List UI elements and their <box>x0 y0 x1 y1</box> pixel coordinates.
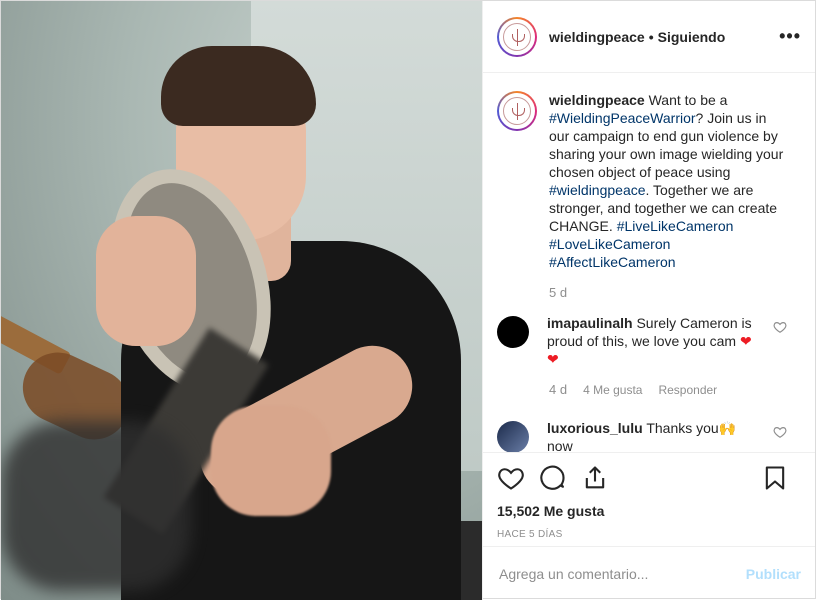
caption-avatar-inner <box>499 93 535 129</box>
comment-timestamp: 4 d <box>549 382 568 397</box>
comment-likes[interactable]: 4 Me gusta <box>583 383 642 397</box>
action-icons-row <box>497 463 801 493</box>
comment-item: imapaulinalh Surely Cameron is proud of … <box>497 314 801 368</box>
commenter-avatar[interactable] <box>497 421 529 452</box>
heart-emoji: ❤ <box>547 351 559 367</box>
photo-right-hand <box>211 406 331 516</box>
post-side-panel: wieldingpeace • Siguiendo ••• wieldingpe… <box>482 1 815 600</box>
instagram-post: wieldingpeace • Siguiendo ••• wieldingpe… <box>0 0 816 600</box>
comments-section[interactable]: wieldingpeace Want to be a #WieldingPeac… <box>483 73 815 452</box>
photo-banjo-headstock <box>1 421 191 591</box>
reply-button[interactable]: Responder <box>658 383 717 397</box>
post-timestamp: HACE 5 DÍAS <box>497 529 563 540</box>
share-icon[interactable] <box>581 464 609 492</box>
likes-count[interactable]: 15,502 Me gusta <box>497 503 801 519</box>
wielding-peace-logo <box>503 22 531 51</box>
comment-username[interactable]: luxorious_lulu <box>547 420 643 436</box>
like-comment-heart-icon[interactable] <box>773 320 787 334</box>
raised-hands-emoji: 🙌 <box>718 420 737 436</box>
account-avatar[interactable] <box>497 16 537 57</box>
caption-text: wieldingpeace Want to be a #WieldingPeac… <box>549 91 789 271</box>
more-options-icon[interactable]: ••• <box>779 26 801 47</box>
heart-emoji: ❤ <box>740 333 752 349</box>
header-separator: • <box>648 28 654 45</box>
caption-username[interactable]: wieldingpeace <box>549 92 645 108</box>
photo-person-hair <box>161 46 316 126</box>
hashtag-link[interactable]: #wieldingpeace <box>549 182 646 198</box>
hashtag-link[interactable]: #WieldingPeaceWarrior <box>549 110 696 126</box>
comment-input[interactable] <box>499 565 746 582</box>
heart-icon[interactable] <box>497 464 525 492</box>
comment-username[interactable]: imapaulinalh <box>547 315 633 331</box>
caption-timestamp: 5 d <box>549 285 568 300</box>
wielding-peace-logo <box>503 97 531 125</box>
comment-body: imapaulinalh Surely Cameron is proud of … <box>547 314 762 368</box>
like-comment-heart-icon[interactable] <box>773 425 787 439</box>
hashtag-link[interactable]: #LoveLikeCameron <box>549 236 670 252</box>
avatar-inner <box>499 18 535 55</box>
publish-button[interactable]: Publicar <box>746 566 801 582</box>
post-actions: 15,502 Me gusta HACE 5 DÍAS <box>483 452 815 546</box>
post-caption: wieldingpeace Want to be a #WieldingPeac… <box>497 91 801 271</box>
photo-left-hand <box>96 216 196 346</box>
post-photo[interactable] <box>1 1 482 600</box>
comment-icon[interactable] <box>539 464 567 492</box>
caption-avatar[interactable] <box>497 91 537 131</box>
header-username[interactable]: wieldingpeace <box>549 29 645 45</box>
commenter-avatar[interactable] <box>497 316 529 348</box>
hashtag-link[interactable]: #AffectLikeCameron <box>549 254 676 270</box>
bookmark-icon[interactable] <box>761 464 789 492</box>
comment-body: luxorious_lulu Thanks you🙌 now <box>547 419 762 452</box>
comment-meta: 4 d 4 Me gusta Responder <box>549 382 801 397</box>
add-comment-form: Publicar <box>483 546 815 600</box>
follow-status-button[interactable]: Siguiendo <box>658 29 726 45</box>
hashtag-link[interactable]: #LiveLikeCameron <box>617 218 734 234</box>
comment-text: now <box>547 438 573 452</box>
caption-text-part: Want to be a <box>644 92 728 108</box>
comment-text: Thanks you <box>642 420 719 436</box>
post-header: wieldingpeace • Siguiendo ••• <box>483 1 815 73</box>
comment-item: luxorious_lulu Thanks you🙌 now <box>497 419 801 452</box>
